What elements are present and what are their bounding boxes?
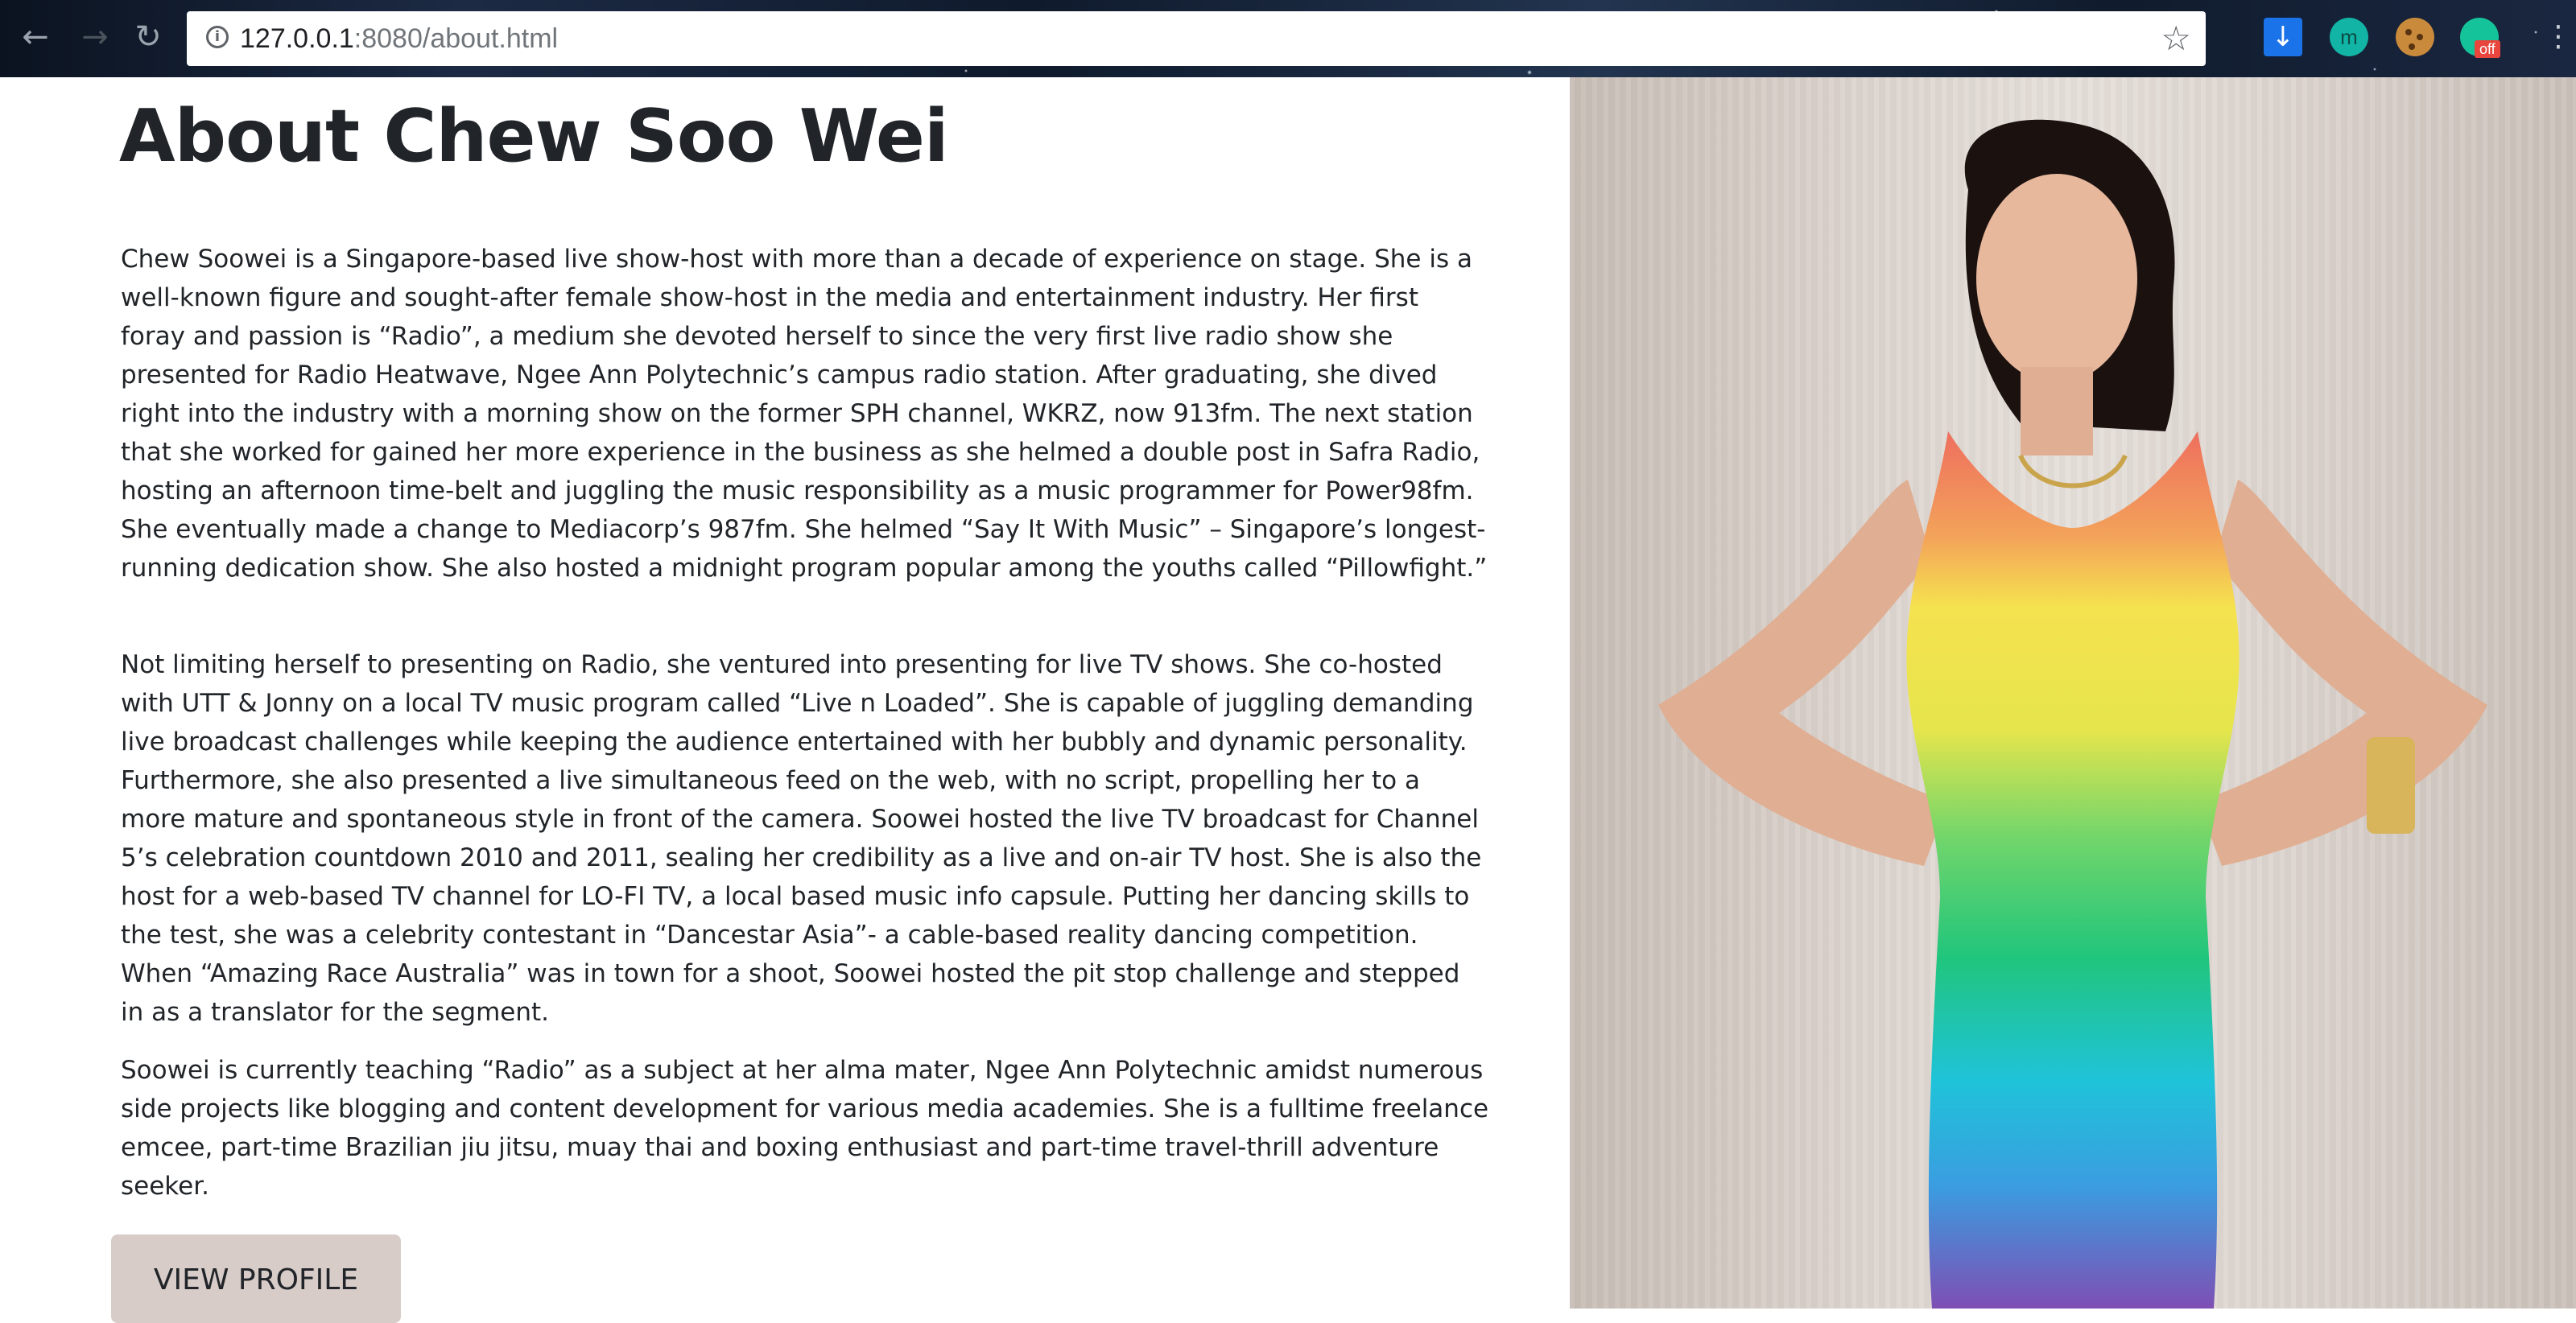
extension-m-icon[interactable]: m: [2330, 18, 2368, 56]
info-icon[interactable]: i: [206, 26, 229, 48]
url-text[interactable]: 127.0.0.1:8080/about.html: [240, 23, 558, 55]
neck-shape: [2021, 367, 2093, 455]
star-icon[interactable]: ☆: [2161, 19, 2191, 58]
right-arm-shape: [2198, 480, 2487, 866]
about-text-column: About Chew Soo Wei Chew Soowei is a Sing…: [0, 77, 1570, 1323]
back-arrow-icon[interactable]: ←: [16, 18, 55, 56]
face-shape: [1976, 174, 2137, 383]
reload-icon[interactable]: ↻: [129, 18, 167, 56]
browser-toolbar: ← → ↻ i 127.0.0.1:8080/about.html ☆ ↓ m …: [0, 0, 2576, 77]
necklace-shape: [2018, 454, 2128, 488]
rainbow-dress-shape: [1906, 431, 2240, 1309]
extension-badge: off: [2475, 40, 2500, 58]
extension-m-label: m: [2340, 25, 2358, 49]
profile-photo: [1570, 77, 2576, 1309]
grammarly-icon[interactable]: off: [2460, 18, 2500, 58]
bio-paragraph-radio: Chew Soowei is a Singapore-based live sh…: [121, 245, 1488, 583]
page-content: About Chew Soo Wei Chew Soowei is a Sing…: [0, 77, 2576, 1323]
bio-paragraph-tv: Not limiting herself to presenting on Ra…: [121, 650, 1482, 1027]
forward-arrow-icon[interactable]: →: [76, 18, 114, 56]
download-icon[interactable]: ↓: [2264, 18, 2302, 56]
url-host: 127.0.0.1: [240, 23, 354, 54]
cookie-icon[interactable]: [2396, 18, 2434, 56]
bio-paragraph-current: Soowei is currently teaching “Radio” as …: [121, 1056, 1489, 1201]
bracelet-shape: [2367, 737, 2415, 834]
menu-icon[interactable]: ⋮: [2544, 18, 2573, 56]
left-arm-shape: [1658, 480, 1948, 866]
view-profile-button[interactable]: VIEW PROFILE: [111, 1234, 401, 1323]
page-title: About Chew Soo Wei: [119, 94, 949, 179]
url-port-path: :8080/about.html: [353, 23, 559, 54]
portrait-illustration: [1658, 119, 2487, 1309]
address-bar[interactable]: i 127.0.0.1:8080/about.html ☆: [187, 11, 2206, 66]
